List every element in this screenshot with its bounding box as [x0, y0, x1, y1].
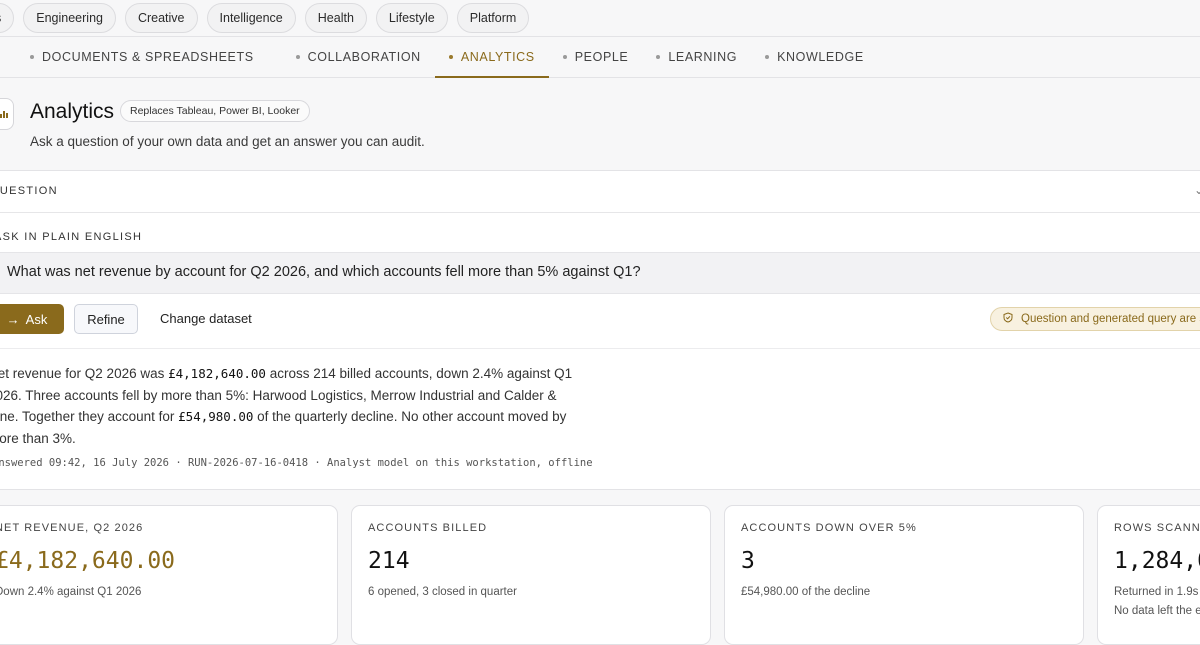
- question-section-label: QUESTION: [0, 185, 58, 197]
- replaces-badge: Replaces Tableau, Power BI, Looker: [120, 100, 310, 122]
- answer-text: Net revenue for Q2 2026 was £4,182,640.0…: [0, 366, 573, 446]
- tab-knowledge[interactable]: KNOWLEDGE: [751, 37, 878, 77]
- metric-sub: £54,980.00 of the decline: [741, 586, 871, 598]
- section-tabs: DOCUMENTS & SPREADSHEETS COLLABORATION A…: [0, 36, 1200, 78]
- tab-people[interactable]: PEOPLE: [549, 37, 643, 77]
- question-panel: QUESTION ⌄ ASK IN PLAIN ENGLISH What was…: [0, 170, 1200, 490]
- page-subtitle: Ask a question of your own data and get …: [30, 134, 425, 149]
- answer-value-revenue: £4,182,640.00: [168, 366, 266, 381]
- ask-label: ASK IN PLAIN ENGLISH: [0, 231, 143, 243]
- category-pill-creative[interactable]: Creative: [124, 3, 198, 33]
- category-pill[interactable]: s: [0, 3, 15, 33]
- tab-analytics[interactable]: ANALYTICS: [434, 37, 549, 78]
- chart-icon-glyph: [0, 111, 8, 118]
- security-badge: Question and generated query are se: [990, 307, 1200, 331]
- bullet-icon: [448, 55, 453, 59]
- metric-sub: 6 opened, 3 closed in quarter: [368, 586, 517, 598]
- ask-button[interactable]: → Ask: [0, 304, 64, 334]
- bullet-icon: [562, 55, 567, 59]
- tab-documents-spreadsheets[interactable]: DOCUMENTS & SPREADSHEETS: [0, 37, 268, 77]
- bullet-icon: [30, 55, 34, 59]
- shield-icon-glyph: [1003, 312, 1013, 323]
- chart-icon: [0, 98, 14, 130]
- question-actions: → Ask Refine Change dataset Question and …: [0, 304, 1200, 336]
- answer-meta: Answered 09:42, 16 July 2026 · RUN-2026-…: [0, 457, 593, 469]
- category-pill-lifestyle[interactable]: Lifestyle: [375, 3, 448, 33]
- bullet-icon: [295, 55, 300, 59]
- bullet-icon: [656, 55, 661, 59]
- divider: [0, 348, 1200, 349]
- chevron-down-icon[interactable]: ⌄: [1194, 183, 1200, 197]
- metric-value: 214: [368, 548, 410, 574]
- tab-collaboration[interactable]: COLLABORATION: [282, 37, 435, 77]
- metric-label: ACCOUNTS BILLED: [368, 522, 488, 534]
- change-dataset-link[interactable]: Change dataset: [160, 311, 252, 326]
- metric-value: £4,182,640.00: [0, 548, 176, 574]
- category-pill-engineering[interactable]: Engineering: [23, 3, 116, 33]
- arrow-right-icon: →: [6, 311, 20, 327]
- metric-value: 1,284,0: [1114, 548, 1200, 574]
- metric-card-net-revenue: NET REVENUE, Q2 2026 £4,182,640.00 Down …: [0, 505, 338, 645]
- category-pill-bar: s Engineering Creative Intelligence Heal…: [0, 0, 1200, 36]
- metric-label: NET REVENUE, Q2 2026: [0, 522, 144, 534]
- question-section-header[interactable]: QUESTION ⌄: [0, 171, 1200, 213]
- category-pill-platform[interactable]: Platform: [456, 3, 530, 33]
- answer-value-decline: £54,980.00: [178, 409, 254, 424]
- shield-icon: [1003, 312, 1013, 326]
- category-pill-intelligence[interactable]: Intelligence: [206, 3, 296, 33]
- metric-sub: Returned in 1.9s: [1114, 586, 1199, 598]
- tab-learning[interactable]: LEARNING: [642, 37, 751, 77]
- question-input[interactable]: What was net revenue by account for Q2 2…: [0, 252, 1200, 294]
- bullet-icon: [765, 55, 770, 59]
- metric-card-accounts-billed: ACCOUNTS BILLED 214 6 opened, 3 closed i…: [351, 505, 711, 645]
- metric-sub-secondary: No data left the e: [1114, 605, 1200, 617]
- metric-card-accounts-down: ACCOUNTS DOWN OVER 5% 3 £54,980.00 of th…: [724, 505, 1084, 645]
- metric-label: ACCOUNTS DOWN OVER 5%: [741, 522, 917, 534]
- metric-cards: NET REVENUE, Q2 2026 £4,182,640.00 Down …: [0, 505, 1200, 645]
- category-pill-health[interactable]: Health: [304, 3, 367, 33]
- page-title: Analytics: [30, 100, 115, 123]
- metric-sub: Down 2.4% against Q1 2026: [0, 586, 142, 598]
- metric-card-rows-scanned: ROWS SCANNED 1,284,0 Returned in 1.9s No…: [1097, 505, 1200, 645]
- refine-button[interactable]: Refine: [74, 304, 138, 334]
- metric-value: 3: [741, 548, 755, 574]
- metric-label: ROWS SCANNED: [1114, 522, 1200, 534]
- question-text: What was net revenue by account for Q2 2…: [7, 264, 641, 280]
